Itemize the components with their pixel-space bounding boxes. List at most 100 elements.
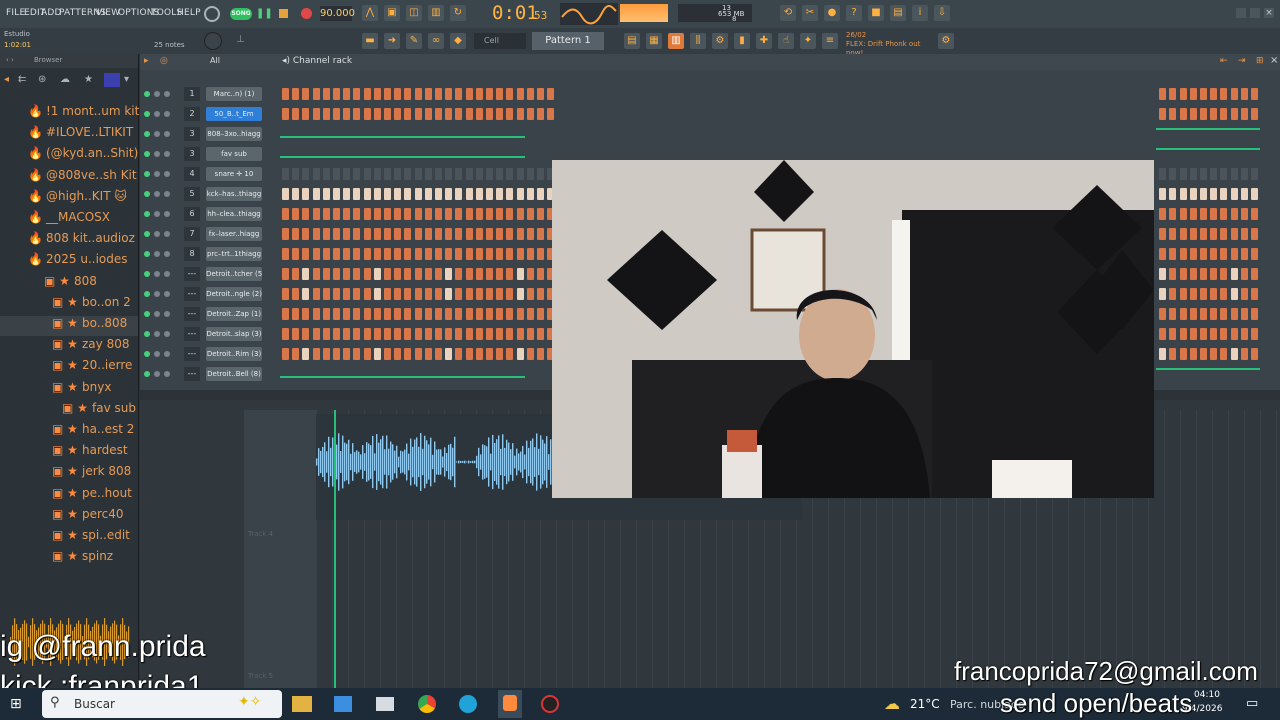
- step-button[interactable]: [526, 108, 534, 120]
- step-button[interactable]: [475, 288, 483, 300]
- step-button[interactable]: [1200, 348, 1207, 360]
- step-button[interactable]: [1230, 268, 1238, 280]
- channel-mixer-track[interactable]: 3: [184, 147, 200, 161]
- step-button[interactable]: [404, 88, 412, 100]
- channel-mixer-track[interactable]: 1: [184, 87, 200, 101]
- step-button[interactable]: [1169, 188, 1177, 200]
- step-button[interactable]: [424, 348, 432, 360]
- mute-icon[interactable]: [154, 351, 160, 357]
- step-button[interactable]: [312, 168, 320, 180]
- step-button[interactable]: [312, 188, 320, 200]
- step-button[interactable]: [1240, 208, 1248, 220]
- step-button[interactable]: [424, 208, 432, 220]
- step-button[interactable]: [384, 168, 391, 180]
- step-button[interactable]: [1240, 108, 1248, 120]
- step-button[interactable]: [343, 268, 351, 280]
- channel-mixer-track[interactable]: ---: [184, 307, 200, 321]
- step-button[interactable]: [486, 188, 493, 200]
- step-button[interactable]: [1220, 308, 1228, 320]
- step-button[interactable]: [516, 288, 524, 300]
- step-button[interactable]: [445, 328, 453, 340]
- step-button[interactable]: [1189, 308, 1197, 320]
- step-button[interactable]: [445, 348, 453, 360]
- step-button[interactable]: [282, 108, 289, 120]
- step-button[interactable]: [363, 308, 371, 320]
- step-button[interactable]: [414, 228, 422, 240]
- step-button[interactable]: [343, 108, 351, 120]
- rack-detach-icon[interactable]: ⊞: [1256, 56, 1264, 66]
- mute-led[interactable]: [144, 111, 150, 117]
- step-button[interactable]: [1220, 88, 1228, 100]
- step-button[interactable]: [1230, 108, 1238, 120]
- step-button[interactable]: [333, 168, 340, 180]
- step-button[interactable]: [322, 228, 330, 240]
- browser-item[interactable]: 🔥 (@kyd.an..Shit): [0, 146, 138, 166]
- step-button[interactable]: [455, 308, 463, 320]
- step-button[interactable]: [384, 328, 391, 340]
- metronome-icon[interactable]: ⋀: [362, 5, 378, 21]
- maximize-icon[interactable]: [1250, 8, 1260, 18]
- step-button[interactable]: [537, 208, 544, 220]
- step-button[interactable]: [455, 88, 463, 100]
- step-button[interactable]: [353, 228, 361, 240]
- step-button[interactable]: [1159, 188, 1167, 200]
- step-button[interactable]: [414, 348, 422, 360]
- step-button[interactable]: [526, 288, 534, 300]
- step-button[interactable]: [537, 268, 544, 280]
- user-icon[interactable]: [104, 73, 120, 87]
- step-button[interactable]: [486, 348, 493, 360]
- step-button[interactable]: [1230, 88, 1238, 100]
- channel-name-button[interactable]: 808–3xo..hiagg: [206, 127, 262, 141]
- step-button[interactable]: [516, 168, 524, 180]
- step-button[interactable]: [282, 268, 289, 280]
- step-button[interactable]: [506, 188, 514, 200]
- step-button[interactable]: [1159, 168, 1167, 180]
- step-button[interactable]: [1230, 248, 1238, 260]
- step-button[interactable]: [302, 208, 310, 220]
- step-button[interactable]: [404, 308, 412, 320]
- step-button[interactable]: [414, 188, 422, 200]
- step-button[interactable]: [394, 328, 402, 340]
- step-button[interactable]: [394, 228, 402, 240]
- step-button[interactable]: [373, 208, 381, 220]
- step-button[interactable]: [292, 248, 300, 260]
- step-button[interactable]: [486, 108, 493, 120]
- step-button[interactable]: [373, 108, 381, 120]
- step-button[interactable]: [322, 88, 330, 100]
- step-button[interactable]: [363, 168, 371, 180]
- channel-name-button[interactable]: Detroit..ngle (2): [206, 287, 262, 301]
- step-button[interactable]: [333, 248, 340, 260]
- step-button[interactable]: [302, 108, 310, 120]
- step-button[interactable]: [1210, 168, 1218, 180]
- step-button[interactable]: [435, 308, 442, 320]
- step-button[interactable]: [302, 168, 310, 180]
- edge-icon[interactable]: [459, 695, 477, 713]
- stop-button[interactable]: [279, 9, 288, 18]
- step-button[interactable]: [1179, 168, 1187, 180]
- step-button[interactable]: [312, 268, 320, 280]
- step-button[interactable]: [1240, 328, 1248, 340]
- channel-name-button[interactable]: prc–trt..1thiagg: [206, 247, 262, 261]
- mute-led[interactable]: [144, 251, 150, 257]
- step-button[interactable]: [1220, 168, 1228, 180]
- step-button[interactable]: [404, 208, 412, 220]
- step-button[interactable]: [384, 348, 391, 360]
- step-button[interactable]: [537, 88, 544, 100]
- solo-icon[interactable]: [164, 91, 170, 97]
- step-button[interactable]: [496, 228, 504, 240]
- mute-led[interactable]: [144, 131, 150, 137]
- step-button[interactable]: [1189, 288, 1197, 300]
- step-button[interactable]: [394, 288, 402, 300]
- solo-icon[interactable]: [164, 211, 170, 217]
- channel-name-button[interactable]: snare ✛ 10: [206, 167, 262, 181]
- step-button[interactable]: [373, 268, 381, 280]
- step-button[interactable]: [333, 108, 340, 120]
- step-button[interactable]: [1169, 288, 1177, 300]
- step-button[interactable]: [506, 288, 514, 300]
- automation-lane[interactable]: [280, 136, 525, 138]
- link-icon[interactable]: ∞: [428, 33, 444, 49]
- step-button[interactable]: [1179, 228, 1187, 240]
- browser-item[interactable]: ▣ ★ bo..808: [0, 316, 138, 336]
- track-4-label[interactable]: Track 4: [248, 530, 273, 538]
- step-button[interactable]: [1159, 208, 1167, 220]
